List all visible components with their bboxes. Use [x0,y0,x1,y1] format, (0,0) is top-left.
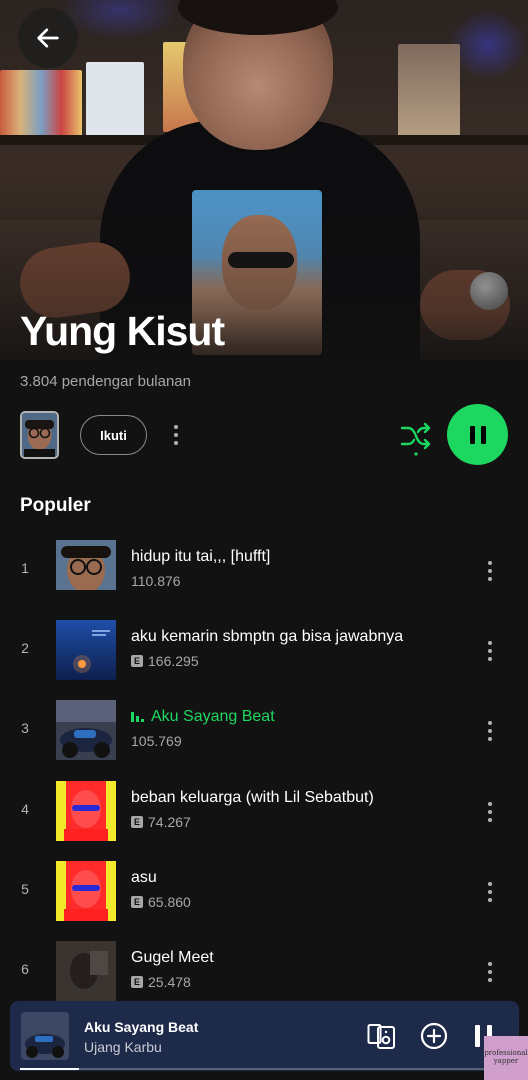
track-cover [56,540,116,600]
track-more-button[interactable] [482,556,498,586]
track-play-count: 65.860 [148,894,191,910]
follow-button[interactable]: Ikuti [80,415,147,455]
mini-player[interactable]: Aku Sayang Beat Ujang Karbu [10,1001,519,1071]
track-row[interactable]: 5 asu E 65.860 [0,861,528,923]
track-title: asu [131,869,157,886]
artist-name: Yung Kisut [20,308,225,354]
back-button[interactable] [18,8,78,68]
more-vertical-icon [488,882,492,886]
more-vertical-icon [174,425,178,429]
more-vertical-icon [488,962,492,966]
mini-player-progress-fill [20,1068,79,1070]
track-row[interactable]: 2 aku kemarin sbmptn ga bisa jawabnya E … [0,620,528,682]
add-to-library-button[interactable] [420,1022,448,1050]
arrow-left-icon [37,28,59,48]
track-cover [56,700,116,760]
track-more-button[interactable] [482,797,498,827]
monthly-listeners: 3.804 pendengar bulanan [20,373,191,390]
play-pause-button[interactable] [447,404,508,465]
more-vertical-icon [488,721,492,725]
track-more-button[interactable] [482,957,498,987]
mini-player-artist: Ujang Karbu [84,1039,162,1055]
watermark: professional yapper [484,1036,528,1080]
track-play-count: 25.478 [148,974,191,990]
track-cover [56,941,116,1001]
devices-icon [367,1024,395,1049]
shuffle-icon [400,422,431,456]
artist-hero-image [0,0,528,360]
popular-section-title: Populer [20,495,91,516]
track-row[interactable]: 6 Gugel Meet E 25.478 [0,941,528,1003]
track-row[interactable]: 3 Aku Sayang Beat 105.769 [0,700,528,762]
track-number: 5 [21,881,29,897]
more-vertical-icon [488,641,492,645]
track-cover [56,861,116,921]
explicit-badge: E [131,896,143,908]
add-circle-icon [420,1022,448,1050]
track-cover [56,620,116,680]
track-title: Aku Sayang Beat [131,708,275,726]
explicit-badge: E [131,816,143,828]
shuffle-button[interactable] [396,416,436,456]
track-more-button[interactable] [482,877,498,907]
track-title: aku kemarin sbmptn ga bisa jawabnya [131,628,404,645]
track-title: beban keluarga (with Lil Sebatbut) [131,789,374,806]
artist-thumbnail[interactable] [20,411,59,459]
explicit-badge: E [131,655,143,667]
track-number: 1 [21,560,29,576]
track-row[interactable]: 4 beban keluarga (with Lil Sebatbut) E 7… [0,781,528,843]
track-title: Gugel Meet [131,949,214,966]
track-play-count: 105.769 [131,733,182,749]
track-play-count: 166.295 [148,653,199,669]
track-title: hidup itu tai,,, [hufft] [131,548,271,565]
pause-icon [469,425,486,444]
mini-player-progress-bar[interactable] [20,1068,509,1070]
mini-player-title: Aku Sayang Beat [84,1019,199,1035]
more-vertical-icon [488,802,492,806]
track-number: 3 [21,720,29,736]
track-more-button[interactable] [482,636,498,666]
track-number: 2 [21,640,29,656]
track-number: 6 [21,961,29,977]
explicit-badge: E [131,976,143,988]
artist-more-options-button[interactable] [164,420,188,450]
track-play-count: 110.876 [131,573,181,589]
track-more-button[interactable] [482,716,498,746]
connect-device-button[interactable] [367,1022,397,1050]
more-vertical-icon [488,561,492,565]
mini-player-cover [21,1012,69,1060]
track-play-count: 74.267 [148,814,191,830]
equalizer-icon [131,710,145,722]
track-cover [56,781,116,841]
track-number: 4 [21,801,29,817]
track-row[interactable]: 1 hidup itu tai,,, [hufft] 110.876 [0,540,528,602]
